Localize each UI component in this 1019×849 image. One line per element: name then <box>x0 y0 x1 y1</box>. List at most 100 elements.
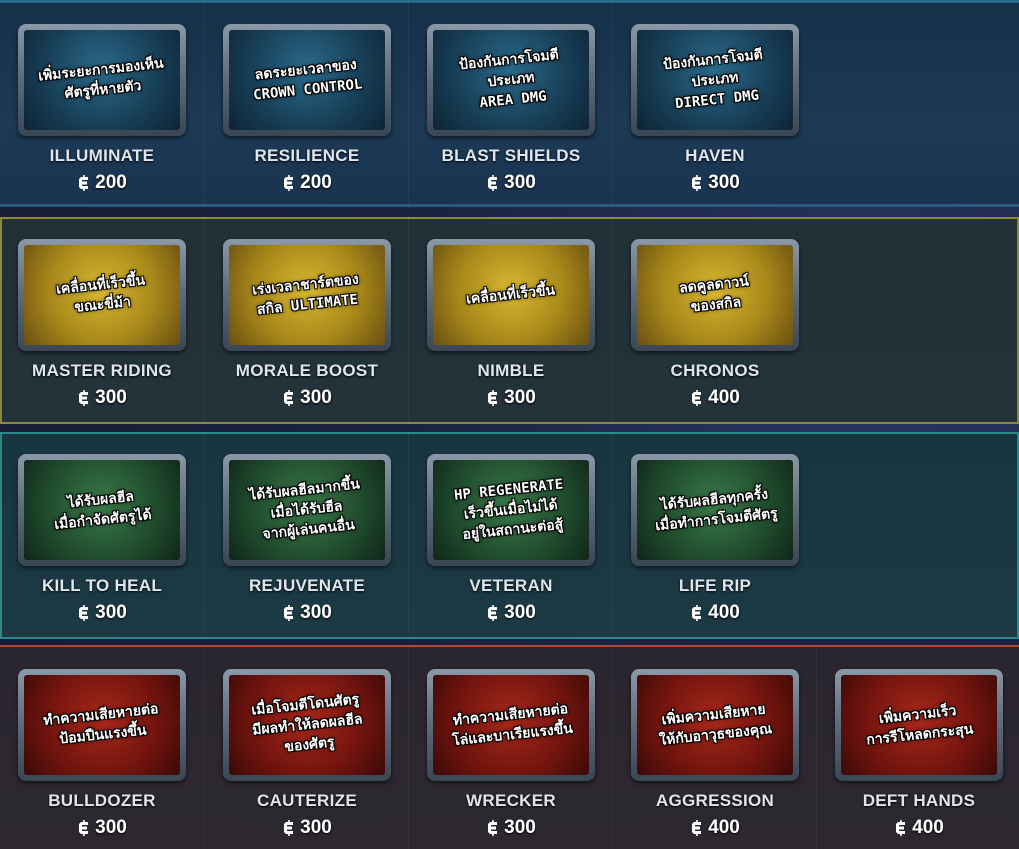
card-chronos[interactable]: ลดคูลดาวน์ ของสกิล CHRONOS 400 <box>612 215 816 420</box>
card-image-frame[interactable]: เพิ่มระยะการมองเห็น ศัตรูที่หายตัว <box>18 24 186 136</box>
card-deft-hands[interactable]: เพิ่มความเร็ว การรีโหลดกระสุน DEFT HANDS 4… <box>816 645 1019 849</box>
card-image-frame[interactable]: ทำความเสียหายต่อ โล่และบาเรียแรงขึ้น <box>427 669 595 781</box>
card-price: 400 <box>613 387 817 409</box>
card-image-frame[interactable]: เพิ่มความเสียหาย ให้กับอาวุธของคุณ <box>631 669 799 781</box>
card-description: ลดระยะเวลาของ CROWN CONTROL <box>252 56 364 104</box>
card-image: ป้องกันการโจมตีประเภท AREA DMG <box>433 30 589 130</box>
card-morale-boost[interactable]: เร่งเวลาชาร์ตของ สกิล ULTIMATE MORALE BOO… <box>204 215 408 420</box>
card-name: CHRONOS <box>670 361 760 380</box>
card-price: 300 <box>205 817 409 839</box>
card-image-frame[interactable]: ลดระยะเวลาของ CROWN CONTROL <box>223 24 391 136</box>
card-image-frame[interactable]: ได้รับผลฮีล เมื่อกำจัดศัตรูได้ <box>18 454 186 566</box>
card-description: ได้รับผลฮีลมากขึ้น เมื่อได้รับฮีล จากผู้… <box>248 476 362 543</box>
credit-icon <box>486 174 500 192</box>
credit-icon <box>77 604 91 622</box>
card-nimble[interactable]: เคลื่อนที่เร็วขึ้น NIMBLE 300 <box>408 215 612 420</box>
card-description: ได้รับผลฮีลทุกครั้ง เมื่อทำการโจมตีศัตรู <box>654 486 778 535</box>
card-blast-shields[interactable]: ป้องกันการโจมตีประเภท AREA DMG BLAST SHIE… <box>408 0 612 205</box>
price-value: 400 <box>708 387 740 408</box>
card-price: 200 <box>205 172 409 194</box>
card-price: 300 <box>409 817 613 839</box>
card-master-riding[interactable]: เคลื่อนที่เร็วขึ้น ขณะขี่ม้า MASTER RIDIN… <box>0 215 204 420</box>
card-image: ได้รับผลฮีลมากขึ้น เมื่อได้รับฮีล จากผู้… <box>229 460 385 560</box>
card-image-frame[interactable]: เมื่อโจมตีโดนศัตรู มีผลทำให้ลดผลฮีล ของศ… <box>223 669 391 781</box>
credit-icon <box>690 389 704 407</box>
price-value: 400 <box>912 817 944 838</box>
card-price: 300 <box>409 387 613 409</box>
credit-icon <box>282 389 296 407</box>
card-description: ป้องกันการโจมตีประเภท DIRECT DMG <box>662 46 764 113</box>
card-wrecker[interactable]: ทำความเสียหายต่อ โล่และบาเรียแรงขึ้น WREC… <box>408 645 612 849</box>
card-description: เมื่อโจมตีโดนศัตรู มีผลทำให้ลดผลฮีล ของศ… <box>250 691 363 756</box>
price-value: 400 <box>708 817 740 838</box>
card-image-frame[interactable]: ได้รับผลฮีลมากขึ้น เมื่อได้รับฮีล จากผู้… <box>223 454 391 566</box>
card-price: 300 <box>409 172 613 194</box>
card-description: เพิ่มความเสียหาย ให้กับอาวุธของคุณ <box>658 701 774 749</box>
price-value: 300 <box>300 817 332 838</box>
card-description: ทำความเสียหายต่อ โล่และบาเรียแรงขึ้น <box>451 701 574 750</box>
card-description: เพิ่มความเร็ว การรีโหลดกระสุน <box>865 703 975 749</box>
card-bulldozer[interactable]: ทำความเสียหายต่อ ป้อมปืนแรงขึ้น BULLDOZER… <box>0 645 204 849</box>
card-resilience[interactable]: ลดระยะเวลาของ CROWN CONTROL RESILIENCE 200 <box>204 0 408 205</box>
card-image: ป้องกันการโจมตีประเภท DIRECT DMG <box>637 30 793 130</box>
card-kill-to-heal[interactable]: ได้รับผลฮีล เมื่อกำจัดศัตรูได้ KILL TO HE… <box>0 430 204 635</box>
card-image-frame[interactable]: เพิ่มความเร็ว การรีโหลดกระสุน <box>835 669 1003 781</box>
card-haven[interactable]: ป้องกันการโจมตีประเภท DIRECT DMG HAVEN 300 <box>612 0 816 205</box>
card-description: เคลื่อนที่เร็วขึ้น <box>465 282 557 308</box>
card-name: BLAST SHIELDS <box>441 146 581 165</box>
credit-icon <box>282 174 296 192</box>
price-value: 300 <box>95 387 127 408</box>
credit-icon <box>894 819 908 837</box>
card-illuminate[interactable]: เพิ่มระยะการมองเห็น ศัตรูที่หายตัว ILLUMI… <box>0 0 204 205</box>
card-cauterize[interactable]: เมื่อโจมตีโดนศัตรู มีผลทำให้ลดผลฮีล ของศ… <box>204 645 408 849</box>
card-name: DEFT HANDS <box>862 791 976 810</box>
credit-icon <box>486 819 500 837</box>
card-name: REJUVENATE <box>248 576 366 595</box>
card-description: เคลื่อนที่เร็วขึ้น ขณะขี่ม้า <box>55 272 147 316</box>
card-price: 300 <box>205 602 409 624</box>
card-name: BULLDOZER <box>48 791 156 810</box>
card-price: 400 <box>817 817 1019 839</box>
card-price: 300 <box>0 387 204 409</box>
card-price: 300 <box>0 602 204 624</box>
card-description: HP REGENERATE เร็วขึ้นเมื่อไม่ได้ อยู่ใน… <box>453 476 565 544</box>
card-image-frame[interactable]: ป้องกันการโจมตีประเภท DIRECT DMG <box>631 24 799 136</box>
card-price: 300 <box>205 387 409 409</box>
card-name: RESILIENCE <box>254 146 360 165</box>
card-image-frame[interactable]: ลดคูลดาวน์ ของสกิล <box>631 239 799 351</box>
card-name: CAUTERIZE <box>257 791 357 810</box>
card-image-frame[interactable]: เร่งเวลาชาร์ตของ สกิล ULTIMATE <box>223 239 391 351</box>
card-image: ลดคูลดาวน์ ของสกิล <box>637 245 793 345</box>
card-price: 400 <box>613 817 817 839</box>
card-image-frame[interactable]: ทำความเสียหายต่อ ป้อมปืนแรงขึ้น <box>18 669 186 781</box>
card-image: เพิ่มระยะการมองเห็น ศัตรูที่หายตัว <box>24 30 180 130</box>
credit-icon <box>486 604 500 622</box>
card-name: MORALE BOOST <box>235 361 379 380</box>
credit-icon <box>77 389 91 407</box>
card-description: ทำความเสียหายต่อ ป้อมปืนแรงขึ้น <box>42 701 160 748</box>
card-image-frame[interactable]: เคลื่อนที่เร็วขึ้น <box>427 239 595 351</box>
card-image: ทำความเสียหายต่อ โล่และบาเรียแรงขึ้น <box>433 675 589 775</box>
card-aggression[interactable]: เพิ่มความเสียหาย ให้กับอาวุธของคุณ AGGRES… <box>612 645 816 849</box>
credit-icon <box>690 819 704 837</box>
card-veteran[interactable]: HP REGENERATE เร็วขึ้นเมื่อไม่ได้ อยู่ใน… <box>408 430 612 635</box>
card-image: ทำความเสียหายต่อ ป้อมปืนแรงขึ้น <box>24 675 180 775</box>
card-name: LIFE RIP <box>678 576 752 595</box>
price-value: 300 <box>504 387 536 408</box>
card-image-frame[interactable]: ได้รับผลฮีลทุกครั้ง เมื่อทำการโจมตีศัตรู <box>631 454 799 566</box>
card-image-frame[interactable]: ป้องกันการโจมตีประเภท AREA DMG <box>427 24 595 136</box>
price-value: 300 <box>504 172 536 193</box>
price-value: 300 <box>300 602 332 623</box>
card-price: 300 <box>613 172 817 194</box>
credit-icon <box>486 389 500 407</box>
card-life-rip[interactable]: ได้รับผลฮีลทุกครั้ง เมื่อทำการโจมตีศัตรู… <box>612 430 816 635</box>
card-image-frame[interactable]: HP REGENERATE เร็วขึ้นเมื่อไม่ได้ อยู่ใน… <box>427 454 595 566</box>
credit-icon <box>282 604 296 622</box>
credit-icon <box>77 819 91 837</box>
card-rejuvenate[interactable]: ได้รับผลฮีลมากขึ้น เมื่อได้รับฮีล จากผู้… <box>204 430 408 635</box>
price-value: 300 <box>300 387 332 408</box>
credit-icon <box>77 174 91 192</box>
credit-icon <box>282 819 296 837</box>
price-value: 200 <box>300 172 332 193</box>
card-image-frame[interactable]: เคลื่อนที่เร็วขึ้น ขณะขี่ม้า <box>18 239 186 351</box>
